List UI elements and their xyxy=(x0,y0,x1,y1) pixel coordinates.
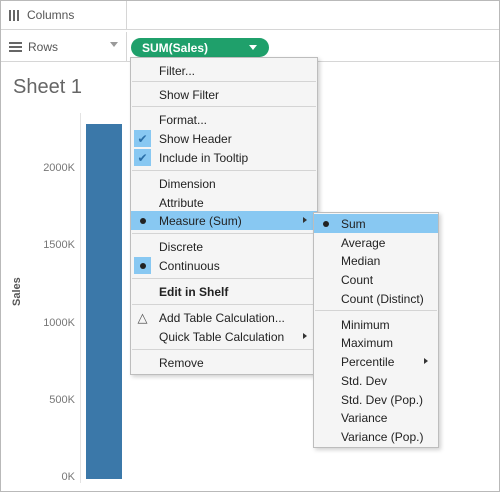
menu-item-edit-in-shelf[interactable]: Edit in Shelf xyxy=(131,282,317,301)
submenu-item-label: Count xyxy=(341,272,374,287)
submenu-item-label: Minimum xyxy=(341,317,390,332)
pill-caret-icon[interactable] xyxy=(249,45,257,50)
submenu-item-variance[interactable]: Variance xyxy=(314,408,438,427)
columns-icon xyxy=(9,9,20,21)
y-axis-title: Sales xyxy=(11,277,23,306)
submenu-item-variance-pop[interactable]: Variance (Pop.) xyxy=(314,427,438,446)
menu-item-label: Dimension xyxy=(159,176,216,191)
submenu-item-label: Percentile xyxy=(341,354,395,369)
pill-context-menu: Filter... Show Filter Format... ✔ Show Heade… xyxy=(130,57,318,375)
pill-label: SUM(Sales) xyxy=(142,40,209,55)
submenu-item-minimum[interactable]: Minimum xyxy=(314,315,438,334)
menu-item-label: Discrete xyxy=(159,239,204,254)
menu-separator xyxy=(132,106,316,107)
columns-shelf[interactable]: Columns xyxy=(1,1,499,30)
submenu-item-count-distinct[interactable]: Count (Distinct) xyxy=(314,289,438,308)
menu-separator xyxy=(132,233,316,234)
rows-icon xyxy=(9,41,22,52)
submenu-item-median[interactable]: Median xyxy=(314,251,438,270)
submenu-arrow-icon xyxy=(424,358,428,364)
submenu-item-label: Count (Distinct) xyxy=(341,291,424,306)
submenu-arrow-icon xyxy=(303,217,307,223)
menu-separator xyxy=(132,349,316,350)
submenu-item-label: Maximum xyxy=(341,335,394,350)
menu-item-label: Remove xyxy=(159,355,204,370)
selected-dot-icon xyxy=(134,212,151,229)
menu-item-remove[interactable]: Remove xyxy=(131,353,317,372)
menu-item-add-table-calculation[interactable]: △ Add Table Calculation... xyxy=(131,308,317,327)
menu-item-attribute[interactable]: Attribute xyxy=(131,193,317,212)
submenu-item-std-dev-pop[interactable]: Std. Dev (Pop.) xyxy=(314,390,438,409)
menu-item-label: Include in Tooltip xyxy=(159,150,249,165)
y-tick-label: 500K xyxy=(49,393,75,406)
menu-item-label: Filter... xyxy=(159,63,196,78)
columns-label: Columns xyxy=(27,8,75,22)
y-axis-title-wrap: Sales xyxy=(11,277,23,307)
worksheet-frame: Columns Rows SUM(Sales) Sheet 1 2000K 150… xyxy=(0,0,500,492)
submenu-item-count[interactable]: Count xyxy=(314,270,438,289)
submenu-item-label: Median xyxy=(341,253,381,268)
menu-item-show-header[interactable]: ✔ Show Header xyxy=(131,129,317,148)
sales-bar[interactable] xyxy=(86,123,122,479)
menu-item-label: Continuous xyxy=(159,258,220,273)
y-tick-label: 0K xyxy=(61,471,75,483)
submenu-item-label: Variance xyxy=(341,410,388,425)
columns-shelf-label: Columns xyxy=(1,1,127,29)
y-tick-label: 2000K xyxy=(43,162,75,175)
submenu-item-label: Average xyxy=(341,235,386,250)
y-axis-line xyxy=(80,113,81,483)
menu-item-label: Measure (Sum) xyxy=(159,213,242,228)
submenu-item-label: Variance (Pop.) xyxy=(341,429,424,444)
menu-item-label: Quick Table Calculation xyxy=(159,329,285,344)
menu-item-label: Add Table Calculation... xyxy=(159,310,285,325)
submenu-item-label: Sum xyxy=(341,216,366,231)
menu-item-show-filter[interactable]: Show Filter xyxy=(131,85,317,104)
delta-icon: △ xyxy=(137,309,148,325)
selected-dot-icon xyxy=(134,257,151,274)
selected-dot-icon xyxy=(317,215,334,232)
menu-separator xyxy=(132,278,316,279)
submenu-item-maximum[interactable]: Maximum xyxy=(314,333,438,352)
submenu-item-std-dev[interactable]: Std. Dev xyxy=(314,371,438,390)
menu-item-continuous[interactable]: Continuous xyxy=(131,256,317,275)
rows-label: Rows xyxy=(28,39,59,54)
sum-sales-pill[interactable]: SUM(Sales) xyxy=(131,38,269,57)
submenu-item-average[interactable]: Average xyxy=(314,233,438,252)
menu-item-include-in-tooltip[interactable]: ✔ Include in Tooltip xyxy=(131,148,317,167)
rows-dropdown-icon[interactable] xyxy=(110,42,118,47)
menu-item-label: Edit in Shelf xyxy=(159,284,229,299)
menu-item-label: Format... xyxy=(159,112,208,127)
menu-item-measure-sum[interactable]: Measure (Sum) xyxy=(131,211,317,230)
submenu-item-label: Std. Dev (Pop.) xyxy=(341,392,424,407)
check-icon: ✔ xyxy=(134,149,151,166)
menu-separator xyxy=(315,310,437,311)
menu-item-label: Attribute xyxy=(159,195,204,210)
y-tick-label: 1500K xyxy=(43,239,75,252)
menu-item-discrete[interactable]: Discrete xyxy=(131,237,317,256)
menu-item-label: Show Filter xyxy=(159,87,220,102)
check-icon: ✔ xyxy=(134,130,151,147)
menu-separator xyxy=(132,170,316,171)
measure-submenu: Sum Average Median Count Count (Distinct) Min… xyxy=(313,212,439,448)
menu-separator xyxy=(132,304,316,305)
submenu-arrow-icon xyxy=(303,333,307,339)
submenu-item-label: Std. Dev xyxy=(341,373,388,388)
menu-separator xyxy=(132,81,316,82)
sheet-title: Sheet 1 xyxy=(13,76,82,98)
menu-item-quick-table-calculation[interactable]: Quick Table Calculation xyxy=(131,327,317,346)
menu-item-dimension[interactable]: Dimension xyxy=(131,174,317,193)
rows-shelf-label: Rows xyxy=(1,32,127,61)
menu-item-format[interactable]: Format... xyxy=(131,110,317,129)
menu-item-filter[interactable]: Filter... xyxy=(131,61,317,80)
y-tick-label: 1000K xyxy=(43,316,75,329)
submenu-item-sum[interactable]: Sum xyxy=(314,214,438,233)
menu-item-label: Show Header xyxy=(159,131,232,146)
submenu-item-percentile[interactable]: Percentile xyxy=(314,352,438,371)
